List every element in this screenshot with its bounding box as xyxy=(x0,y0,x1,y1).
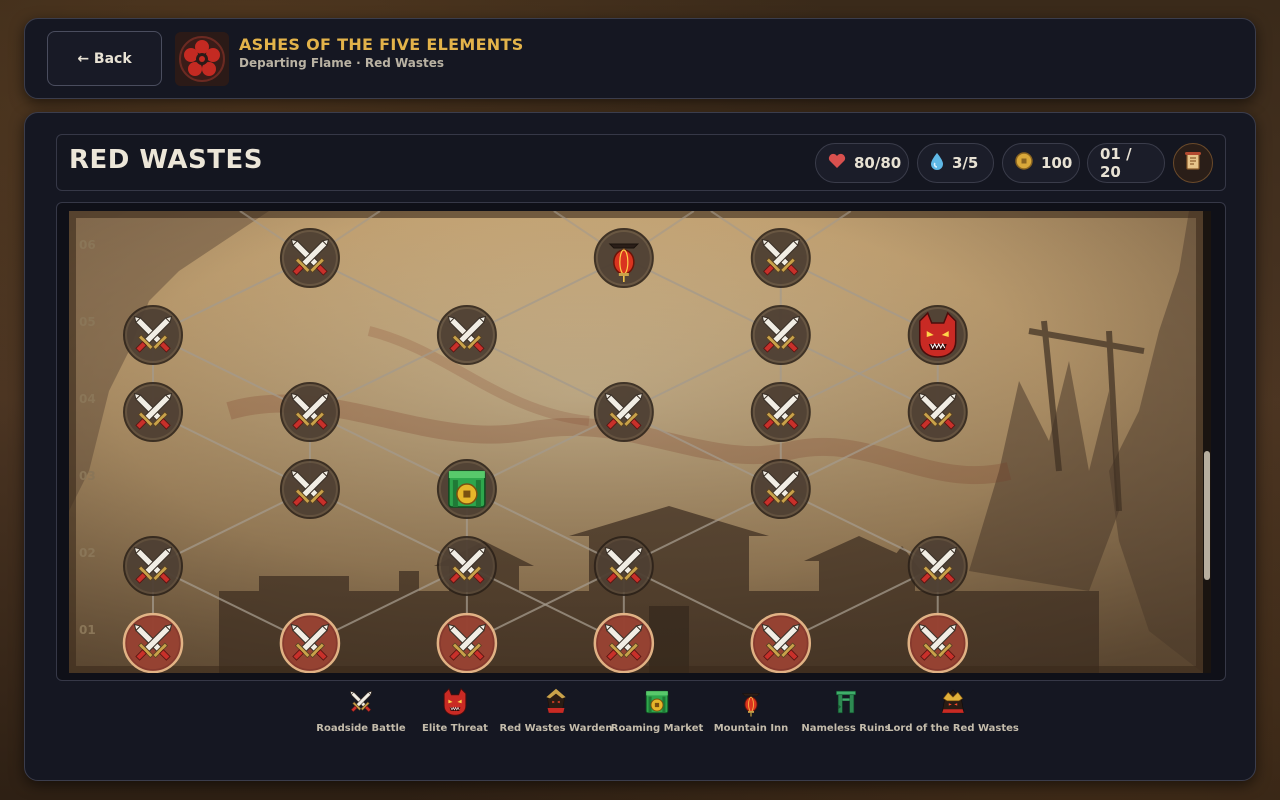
route-map: 06 05 04 03 02 01 xyxy=(69,211,1203,673)
row-label: 06 xyxy=(79,238,96,252)
water-value: 3/5 xyxy=(952,154,979,172)
legend-label: Nameless Ruins xyxy=(801,723,891,734)
legend-label: Roaming Market xyxy=(610,723,704,734)
codex-button[interactable] xyxy=(1173,143,1213,183)
battle-node[interactable] xyxy=(750,459,811,520)
ruins-icon xyxy=(836,690,856,714)
coin-icon xyxy=(1015,152,1033,174)
progress-stat: 01 / 20 xyxy=(1087,143,1165,183)
header-bar: ← Back ASHES OF THE FIVE ELEMENTS Depart… xyxy=(24,18,1256,99)
map-scrollbar[interactable] xyxy=(1203,211,1211,673)
coin-stat: 100 xyxy=(1002,143,1080,183)
battle-node[interactable] xyxy=(750,228,811,288)
region-title: RED WASTES xyxy=(69,145,263,175)
legend-label: Mountain Inn xyxy=(713,723,789,734)
elite-node[interactable] xyxy=(907,305,968,366)
battle-node[interactable] xyxy=(123,305,183,366)
legend-label: Elite Threat xyxy=(422,723,488,734)
legend-label: Red Wastes Warden xyxy=(499,723,613,734)
battle-node[interactable] xyxy=(907,382,968,443)
row-label: 04 xyxy=(79,392,96,406)
battle-node[interactable] xyxy=(436,612,498,673)
battle-node[interactable] xyxy=(750,382,811,443)
game-title: ASHES OF THE FIVE ELEMENTS xyxy=(239,35,524,54)
battle-node[interactable] xyxy=(279,382,340,443)
progress-value: 01 / 20 xyxy=(1100,145,1132,181)
battle-node[interactable] xyxy=(279,612,341,673)
row-label: 01 xyxy=(79,623,96,637)
market-icon xyxy=(645,690,669,714)
warden-icon xyxy=(546,688,566,714)
battle-node[interactable] xyxy=(907,536,968,597)
battle-node[interactable] xyxy=(593,612,655,673)
legend-item-lord: Lord of the Red Wastes xyxy=(887,685,1019,734)
battle-node[interactable] xyxy=(123,382,183,443)
water-stat: 3/5 xyxy=(917,143,994,183)
game-subtitle: Departing Flame · Red Wastes xyxy=(239,56,445,70)
water-drop-icon xyxy=(930,152,944,174)
battle-node[interactable] xyxy=(750,612,812,673)
heart-icon xyxy=(828,153,846,173)
legend-label: Roadside Battle xyxy=(316,723,406,734)
row-label: 03 xyxy=(79,469,96,483)
battle-node[interactable] xyxy=(593,536,654,597)
back-button[interactable]: ← Back xyxy=(47,31,162,86)
game-emblem xyxy=(175,32,229,86)
region-bar: RED WASTES 80/80 3/5 100 01 / 20 xyxy=(56,134,1226,191)
coin-value: 100 xyxy=(1041,154,1073,172)
health-value: 80/80 xyxy=(854,154,902,172)
market-icon xyxy=(448,470,486,508)
battle-node[interactable] xyxy=(593,382,654,443)
battle-node[interactable] xyxy=(279,459,340,520)
health-stat: 80/80 xyxy=(815,143,909,183)
lord-icon xyxy=(941,689,965,714)
battle-node[interactable] xyxy=(907,612,968,673)
elite-icon xyxy=(443,687,467,716)
battle-node[interactable] xyxy=(436,305,497,366)
map-legend: Roadside Battle Elite Threat Red Wastes Wa… xyxy=(295,685,1019,745)
scroll-icon xyxy=(1184,151,1202,175)
map-frame: 06 05 04 03 02 01 xyxy=(56,202,1226,681)
battle-node[interactable] xyxy=(436,536,497,597)
map-scrollbar-thumb[interactable] xyxy=(1204,450,1210,580)
battle-node[interactable] xyxy=(750,305,811,366)
main-panel: RED WASTES 80/80 3/5 100 01 / 20 06 05 0… xyxy=(24,112,1256,781)
inn-node[interactable] xyxy=(593,228,654,288)
inn-icon xyxy=(741,693,761,717)
battle-node[interactable] xyxy=(123,536,183,597)
battle-node[interactable] xyxy=(279,228,340,288)
battle-node[interactable] xyxy=(122,612,184,673)
battle-icon xyxy=(349,690,373,713)
row-label: 02 xyxy=(79,546,96,560)
market-node[interactable] xyxy=(436,459,497,520)
legend-label: Lord of the Red Wastes xyxy=(887,723,1019,734)
row-label: 05 xyxy=(79,315,96,329)
